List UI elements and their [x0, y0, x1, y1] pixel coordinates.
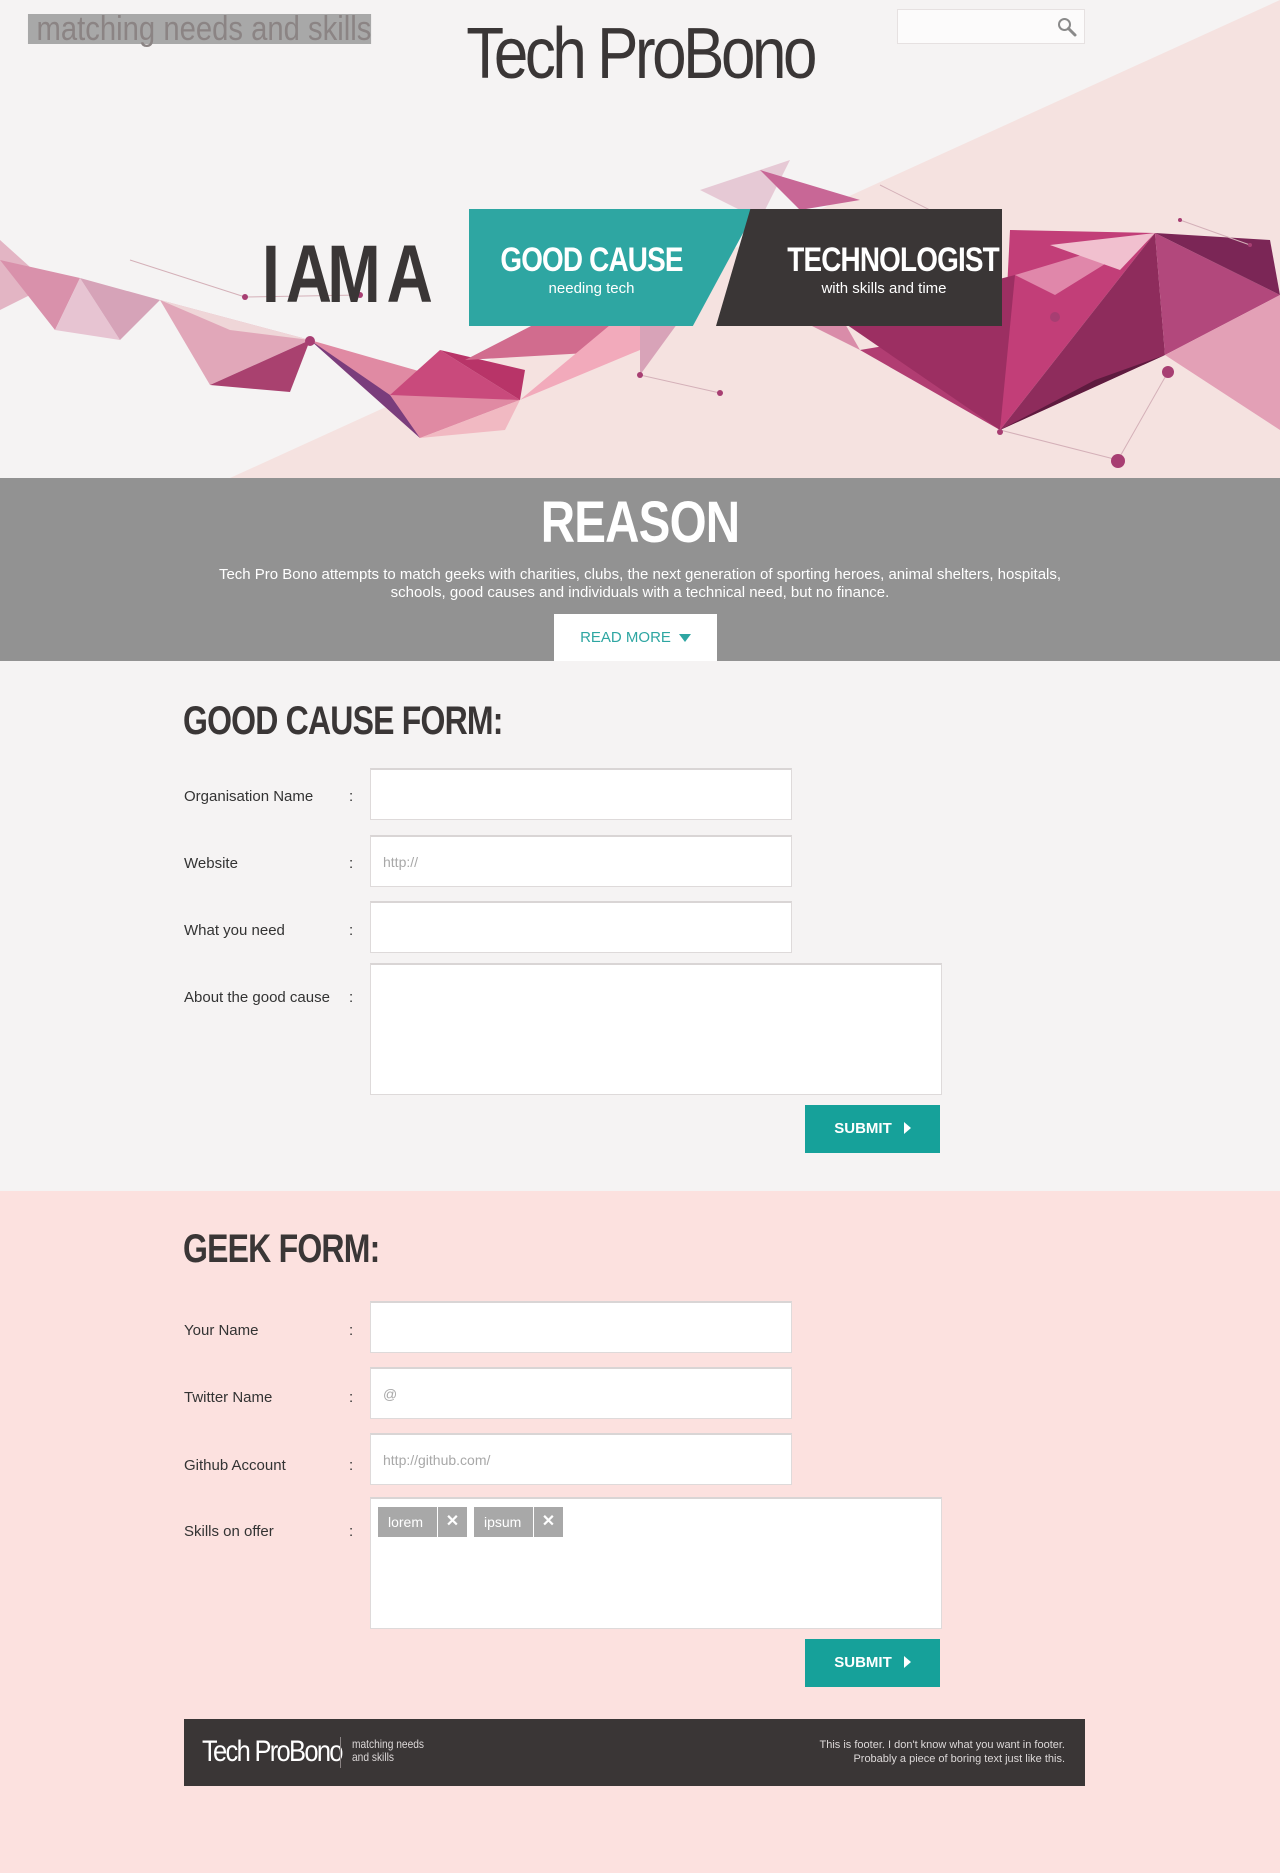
what-you-need-field[interactable] — [370, 901, 792, 953]
reason-title: REASON — [540, 490, 740, 555]
reason-text: Tech Pro Bono attempts to match geeks wi… — [218, 566, 1062, 601]
skill-tag: ipsum ✕ — [474, 1507, 563, 1537]
read-more-button[interactable]: READ MORE — [554, 614, 717, 661]
about-good-cause-field[interactable] — [370, 963, 942, 1095]
footer-brand[interactable]: Tech ProBono — [202, 1735, 343, 1769]
github-account-field[interactable] — [370, 1433, 792, 1485]
field-colon: : — [349, 855, 354, 872]
skills-on-offer-field[interactable]: lorem ✕ ipsum ✕ — [370, 1497, 942, 1629]
field-colon: : — [349, 1457, 354, 1474]
field-colon: : — [349, 1523, 354, 1540]
good-cause-form: GOOD CAUSE FORM: Organisation Name : Web… — [0, 661, 1280, 1191]
good-cause-form-title: GOOD CAUSE FORM: — [183, 699, 503, 743]
logo-brand: Tech ProBono — [466, 14, 817, 94]
skills-on-offer-label: Skills on offer — [184, 1523, 274, 1540]
what-you-need-label: What you need — [184, 922, 285, 939]
submit-label: SUBMIT — [834, 1120, 892, 1137]
github-account-label: Github Account — [184, 1457, 286, 1474]
your-name-field[interactable] — [370, 1301, 792, 1353]
what-you-need-input[interactable] — [371, 903, 791, 952]
footer-note: This is footer. I don't know what you wa… — [820, 1738, 1065, 1766]
twitter-name-field[interactable] — [370, 1367, 792, 1419]
footer-note-line: This is footer. I don't know what you wa… — [819, 1739, 1065, 1751]
geek-submit-button[interactable]: SUBMIT — [805, 1639, 940, 1687]
twitter-name-label: Twitter Name — [184, 1389, 273, 1406]
website-input[interactable] — [371, 837, 791, 886]
your-name-label: Your Name — [184, 1322, 259, 1339]
close-icon[interactable]: ✕ — [437, 1507, 467, 1537]
technologist-button[interactable]: TECHNOLOGIST with skills and time — [716, 209, 1002, 326]
twitter-name-input[interactable] — [371, 1369, 791, 1418]
field-colon: : — [349, 1322, 354, 1339]
good-cause-submit-button[interactable]: SUBMIT — [805, 1105, 940, 1153]
about-good-cause-textarea[interactable] — [371, 965, 941, 1094]
your-name-input[interactable] — [371, 1303, 791, 1352]
about-good-cause-label: About the good cause — [184, 989, 330, 1006]
reason-section: REASON Tech Pro Bono attempts to match g… — [0, 478, 1280, 661]
geek-form-title: GEEK FORM: — [183, 1227, 380, 1271]
hero-banner: Tech ProBono matching needs and skills I… — [0, 0, 1280, 478]
play-arrow-icon — [903, 1656, 911, 1668]
field-colon: : — [349, 922, 354, 939]
field-colon: : — [349, 1389, 354, 1406]
organisation-name-input[interactable] — [371, 770, 791, 819]
footer-tagline: matching needs and skills — [352, 1737, 425, 1764]
technologist-subtitle: with skills and time — [821, 280, 947, 297]
footer: Tech ProBono matching needs and skills T… — [184, 1719, 1085, 1786]
technologist-title: TECHNOLOGIST — [787, 241, 999, 279]
field-colon: : — [349, 989, 354, 1006]
play-arrow-icon — [903, 1122, 911, 1134]
website-label: Website — [184, 855, 238, 872]
good-cause-subtitle: needing tech — [548, 280, 635, 297]
skill-tag-label: ipsum — [484, 1514, 522, 1530]
footer-divider — [340, 1737, 341, 1768]
i-am-a-heading: I AM A — [262, 229, 433, 320]
website-field[interactable] — [370, 835, 792, 887]
read-more-label: READ MORE — [580, 629, 671, 646]
logo-tagline: matching needs and skills — [27, 12, 372, 46]
skill-tag: lorem ✕ — [378, 1507, 467, 1537]
footer-note-line: Probably a piece of boring text just lik… — [853, 1753, 1065, 1765]
site-logo[interactable]: Tech ProBono matching needs and skills — [0, 12, 1280, 94]
caret-down-icon — [678, 634, 691, 643]
close-icon[interactable]: ✕ — [533, 1507, 563, 1537]
submit-label: SUBMIT — [834, 1654, 892, 1671]
good-cause-title: GOOD CAUSE — [500, 241, 683, 279]
skill-tag-label: lorem — [388, 1514, 424, 1530]
field-colon: : — [349, 788, 354, 805]
organisation-name-label: Organisation Name — [184, 788, 314, 805]
github-account-input[interactable] — [371, 1435, 791, 1484]
organisation-name-field[interactable] — [370, 768, 792, 820]
